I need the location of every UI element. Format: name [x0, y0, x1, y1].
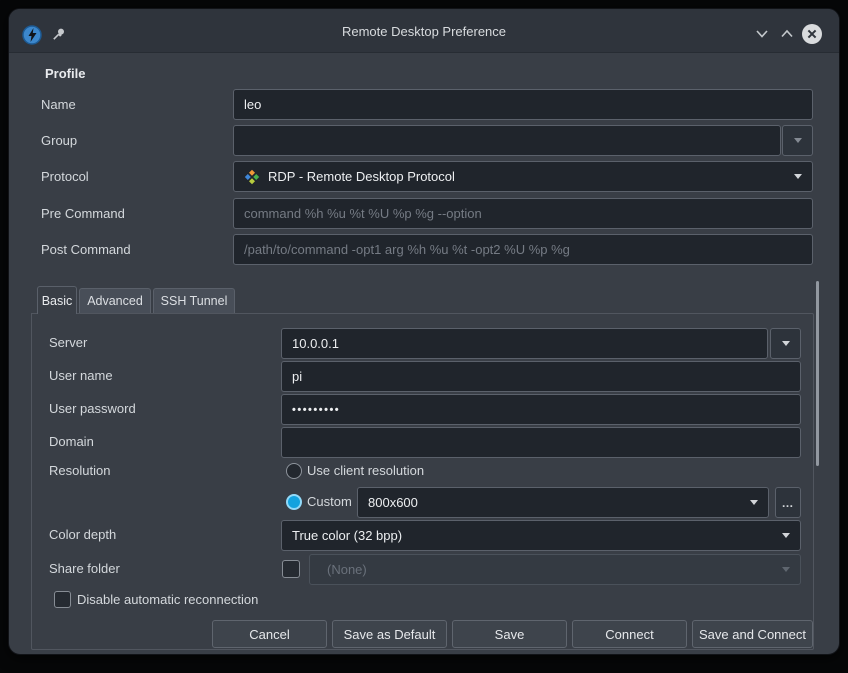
domain-label: Domain: [49, 434, 94, 450]
disable-reconnect-label: Disable automatic reconnection: [77, 592, 258, 608]
window-title: Remote Desktop Preference: [9, 9, 839, 53]
group-dropdown-button[interactable]: [782, 125, 813, 156]
username-label: User name: [49, 368, 113, 384]
resolution-more-button[interactable]: …: [775, 487, 801, 518]
titlebar[interactable]: Remote Desktop Preference: [9, 9, 839, 53]
pre-command-label: Pre Command: [41, 206, 125, 222]
resolution-label: Resolution: [49, 463, 110, 479]
shade-chevron-down-icon[interactable]: [754, 28, 770, 40]
domain-input[interactable]: [281, 427, 801, 458]
custom-resolution-value: 800x600: [368, 495, 744, 510]
group-input[interactable]: [233, 125, 781, 156]
tab-advanced-label: Advanced: [87, 294, 143, 308]
chevron-down-icon: [782, 567, 790, 572]
username-input[interactable]: [281, 361, 801, 392]
rdp-protocol-icon: [244, 169, 260, 185]
connect-button[interactable]: Connect: [572, 620, 687, 648]
radio-use-client-resolution[interactable]: [286, 463, 302, 479]
chevron-down-icon: [782, 533, 790, 538]
use-client-resolution-label: Use client resolution: [307, 463, 424, 479]
chevron-down-icon: [794, 138, 802, 143]
desktop-background: Remote Desktop Preference Profile Name G…: [0, 0, 848, 673]
save-as-default-button[interactable]: Save as Default: [332, 620, 447, 648]
tab-basic[interactable]: Basic: [37, 286, 77, 314]
server-input[interactable]: [281, 328, 768, 359]
radio-custom-resolution[interactable]: [286, 494, 302, 510]
chevron-down-icon: [750, 500, 758, 505]
color-depth-select[interactable]: True color (32 bpp): [281, 520, 801, 551]
share-folder-checkbox[interactable]: [282, 560, 300, 578]
unshade-chevron-up-icon[interactable]: [779, 28, 795, 40]
protocol-selected-value: RDP - Remote Desktop Protocol: [268, 169, 788, 184]
close-button[interactable]: [801, 23, 823, 45]
tab-ssh-tunnel[interactable]: SSH Tunnel: [153, 288, 235, 313]
server-dropdown-button[interactable]: [770, 328, 801, 359]
share-folder-select: (None): [309, 554, 801, 585]
name-label: Name: [41, 97, 76, 113]
vertical-scrollbar[interactable]: [816, 281, 819, 466]
password-label: User password: [49, 401, 136, 417]
save-button[interactable]: Save: [452, 620, 567, 648]
password-input[interactable]: [281, 394, 801, 425]
tab-basic-label: Basic: [42, 294, 73, 308]
save-and-connect-button[interactable]: Save and Connect: [692, 620, 813, 648]
name-input[interactable]: [233, 89, 813, 120]
share-folder-label: Share folder: [49, 561, 120, 577]
custom-resolution-select[interactable]: 800x600: [357, 487, 769, 518]
color-depth-label: Color depth: [49, 527, 116, 543]
remote-desktop-preference-window: Remote Desktop Preference Profile Name G…: [8, 8, 840, 655]
tab-advanced[interactable]: Advanced: [79, 288, 151, 313]
chevron-down-icon: [782, 341, 790, 346]
custom-resolution-label: Custom: [307, 494, 352, 510]
chevron-down-icon: [794, 174, 802, 179]
color-depth-value: True color (32 bpp): [292, 528, 776, 543]
pre-command-input[interactable]: [233, 198, 813, 229]
protocol-select[interactable]: RDP - Remote Desktop Protocol: [233, 161, 813, 192]
cancel-button[interactable]: Cancel: [212, 620, 327, 648]
ellipsis-icon: …: [782, 496, 795, 510]
share-folder-value: (None): [327, 562, 776, 577]
post-command-label: Post Command: [41, 242, 131, 258]
group-label: Group: [41, 133, 77, 149]
disable-reconnect-checkbox[interactable]: [54, 591, 71, 608]
protocol-label: Protocol: [41, 169, 89, 185]
post-command-input[interactable]: [233, 234, 813, 265]
profile-section-heading: Profile: [45, 66, 85, 82]
tab-ssh-tunnel-label: SSH Tunnel: [161, 294, 228, 308]
server-label: Server: [49, 335, 87, 351]
